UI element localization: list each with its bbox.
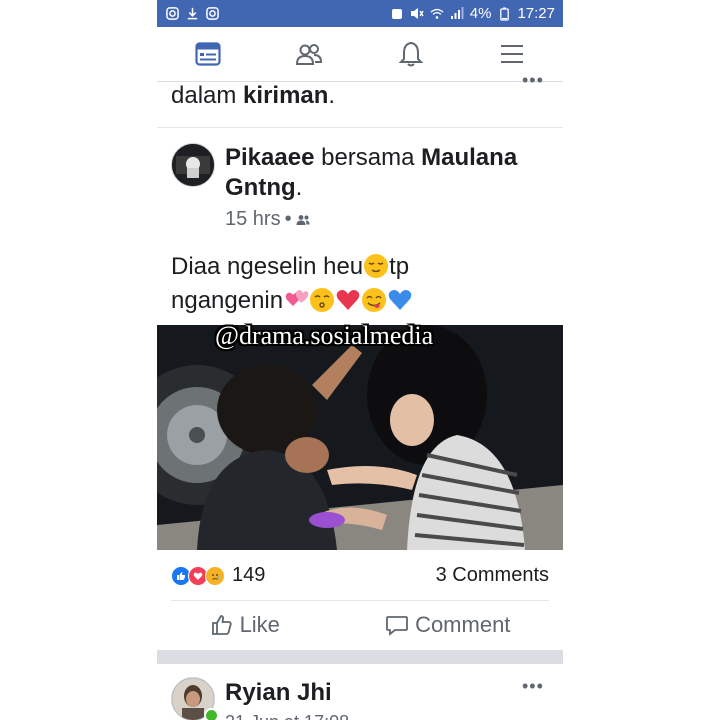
comment-icon	[386, 616, 408, 636]
post-header-title: Pikaaee bersama Maulana Gntng.	[225, 144, 518, 201]
top-nav-bar	[157, 27, 563, 82]
avatar[interactable]	[171, 143, 215, 187]
comments-count[interactable]: 3 Comments	[436, 564, 549, 587]
phone-screen: 4% 17:27 ••• dalam kiriman. Pikaaee bers…	[157, 0, 563, 720]
status-bar-right: 4% 17:27	[390, 5, 555, 22]
thumbs-up-icon	[211, 615, 232, 635]
wifi-icon	[430, 7, 444, 21]
status-bar-left	[165, 7, 219, 21]
notifications-icon	[398, 41, 424, 67]
battery-percent: 4%	[469, 5, 492, 22]
post-text-line-1: Diaa ngeselin heu tp	[171, 253, 410, 280]
post-photo[interactable]	[157, 325, 563, 550]
yum-face-emoji	[362, 288, 387, 312]
post-actions: Like Comment	[157, 600, 563, 650]
post-text: Diaa ngeselin heu tp ngangenin	[171, 250, 551, 318]
watermark: @drama.sosialmedia	[215, 321, 434, 350]
news-feed-icon	[195, 42, 221, 66]
previous-post-text: dalam kiriman.	[171, 82, 336, 109]
nav-friends[interactable]	[279, 29, 339, 79]
like-label: Like	[239, 612, 280, 637]
like-button[interactable]: Like	[210, 612, 280, 638]
friends-icon	[296, 44, 323, 65]
post-meta: 15 hrs •	[225, 208, 310, 231]
with-word: bersama	[321, 144, 415, 171]
instagram-icon	[205, 7, 219, 21]
mute-icon	[410, 7, 424, 21]
alarm-icon	[390, 7, 404, 21]
heart-with-ribbon-emoji	[285, 290, 309, 306]
battery-icon	[497, 7, 511, 21]
kissing-face-emoji	[310, 288, 335, 312]
comment-label: Comment	[415, 612, 511, 637]
post-text-line-2: ngangenin	[171, 284, 551, 318]
red-heart-emoji	[336, 290, 360, 310]
instagram-icon	[165, 7, 179, 21]
menu-icon	[501, 45, 524, 63]
status-bar: 4% 17:27	[157, 0, 563, 27]
reaction-summary[interactable]: 149	[171, 564, 265, 587]
signal-icon	[450, 7, 464, 21]
more-options-icon[interactable]: •••	[522, 676, 544, 697]
nav-notifications[interactable]	[381, 29, 441, 79]
author-name[interactable]: Pikaaee	[225, 144, 314, 171]
post-divider	[157, 127, 563, 128]
online-status-dot	[204, 708, 219, 720]
next-post-author[interactable]: Ryian Jhi	[225, 679, 332, 707]
clock: 17:27	[517, 5, 555, 22]
relieved-face-emoji	[364, 254, 389, 278]
reaction-count: 149	[232, 564, 266, 586]
comment-button[interactable]: Comment	[385, 612, 510, 638]
post-time[interactable]: 15 hrs	[225, 208, 281, 231]
friends-icon	[296, 214, 310, 225]
feed-separator	[157, 650, 563, 664]
nav-news-feed[interactable]	[178, 29, 238, 79]
blue-heart-emoji	[388, 290, 412, 310]
next-post-meta[interactable]: 21 Jun at 17:08	[225, 712, 349, 720]
download-icon	[185, 7, 199, 21]
sad-reaction-icon	[205, 565, 225, 586]
